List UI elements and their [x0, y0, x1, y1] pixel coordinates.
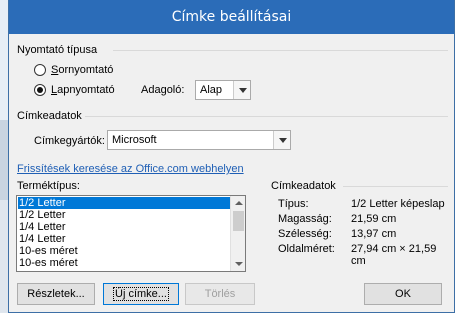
chevron-down-icon: [273, 131, 290, 149]
info-height-label: Magasság:: [278, 213, 332, 225]
scroll-thumb[interactable]: [233, 211, 244, 231]
dialog-title: Címke beállításai: [171, 9, 292, 25]
chevron-down-icon: [233, 81, 250, 99]
feeder-select-value: Alap: [200, 84, 223, 96]
info-page-size-label: Oldalméret:: [278, 243, 335, 255]
page-printer-radio[interactable]: [34, 84, 46, 96]
list-item[interactable]: 1/4 Letter: [19, 221, 65, 233]
info-width-value: 13,97 cm: [351, 228, 397, 240]
list-item[interactable]: 1/2 Letter: [19, 209, 65, 221]
label-options-dialog: Címke beállításai Nyomtató típusa Sornyo…: [8, 0, 455, 313]
new-label-button-text: Új címke...: [113, 287, 169, 301]
title-bar[interactable]: Címke beállításai: [9, 0, 454, 34]
list-item[interactable]: 10-es méret: [19, 257, 78, 269]
page-printer-label: Lapnyomtató: [51, 84, 115, 96]
info-height-value: 21,59 cm: [351, 213, 397, 225]
details-button[interactable]: Részletek...: [17, 283, 95, 305]
list-item[interactable]: 1/2 Letter: [18, 197, 233, 209]
info-width-label: Szélesség:: [278, 228, 332, 240]
new-label-button[interactable]: Új címke...: [103, 283, 179, 305]
vendor-select-value: Microsoft: [112, 134, 157, 146]
product-type-listbox[interactable]: 1/2 Letter 1/2 Letter 1/4 Letter 1/4 Let…: [16, 195, 246, 272]
feeder-select[interactable]: Alap: [195, 80, 251, 100]
list-item[interactable]: 10-es méret: [19, 245, 78, 257]
continuous-printer-label-rest: ornyomtató: [58, 64, 114, 76]
page-printer-label-rest: apnyomtató: [57, 84, 115, 96]
vendor-label: Címkegyártók:: [34, 135, 105, 147]
info-type-value: 1/2 Letter képeslap: [351, 198, 445, 210]
printer-type-divider: [113, 50, 448, 51]
scroll-down-icon[interactable]: [231, 257, 245, 271]
product-type-label: Terméktípus:: [17, 180, 80, 192]
label-data-group-label: Címkeadatok: [17, 110, 82, 122]
vendor-select[interactable]: Microsoft: [107, 130, 291, 150]
listbox-scrollbar[interactable]: [230, 196, 245, 271]
continuous-printer-label: Sornyomtató: [51, 64, 114, 76]
feeder-label: Adagoló:: [141, 84, 185, 96]
label-data-divider: [85, 116, 448, 117]
info-group-label: Címkeadatok: [271, 180, 336, 192]
info-divider: [343, 186, 448, 187]
info-type-label: Típus:: [278, 198, 309, 210]
printer-type-group-label: Nyomtató típusa: [17, 44, 98, 56]
ok-button[interactable]: OK: [364, 283, 442, 305]
office-updates-link[interactable]: Frissítések keresése az Office.com webhe…: [17, 163, 244, 175]
continuous-printer-radio[interactable]: [34, 64, 46, 76]
delete-button[interactable]: Törlés: [185, 283, 255, 305]
scroll-up-icon[interactable]: [231, 196, 245, 210]
info-page-size-value: 27,94 cm × 21,59 cm: [351, 243, 437, 267]
list-item[interactable]: 1/4 Letter: [19, 233, 65, 245]
